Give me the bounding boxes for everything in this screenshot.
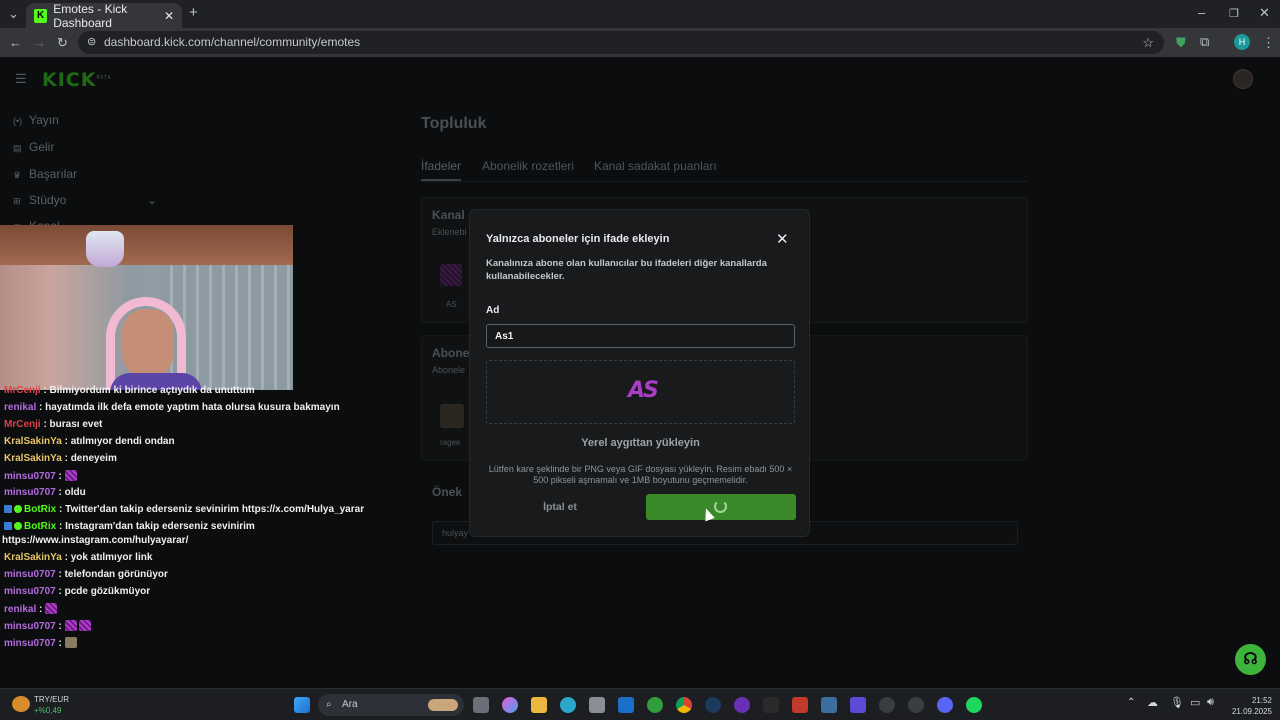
file-explorer-icon[interactable] xyxy=(531,697,547,713)
ticker-change: +%0,49 xyxy=(34,706,62,715)
app-icon[interactable] xyxy=(908,697,924,713)
new-tab-icon[interactable]: + xyxy=(189,5,198,21)
tab-search-icon[interactable]: ⌄ xyxy=(8,6,19,22)
forward-icon[interactable]: → xyxy=(33,35,46,51)
emote-preview: AS xyxy=(628,378,659,403)
browser-tab[interactable]: K Emotes - Kick Dashboard ✕ xyxy=(26,1,182,30)
task-view-icon[interactable] xyxy=(473,697,489,713)
add-emote-dialog: Yalnızca aboneler için ifade ekleyin ✕ K… xyxy=(469,209,810,537)
upload-from-device-link[interactable]: Yerel aygıttan yükleyin xyxy=(470,437,811,449)
search-icon: ⌕ xyxy=(326,699,332,710)
app-icon[interactable] xyxy=(734,697,750,713)
taskbar-search-input[interactable]: ⌕ Ara xyxy=(318,694,464,716)
volume-icon[interactable]: 🔊︎ xyxy=(1207,696,1214,709)
epic-games-icon[interactable] xyxy=(763,697,779,713)
profile-avatar[interactable]: H xyxy=(1234,34,1250,50)
app-icon[interactable] xyxy=(850,697,866,713)
discord-icon[interactable] xyxy=(937,697,953,713)
shield-extension-icon[interactable]: ⛊ xyxy=(1176,35,1186,51)
tab-title: Emotes - Kick Dashboard xyxy=(53,1,128,30)
outlook-icon[interactable] xyxy=(618,697,634,713)
media-app-icon[interactable] xyxy=(792,697,808,713)
ticker-pair: TRY/EUR xyxy=(34,695,69,704)
window-close-icon[interactable]: ✕ xyxy=(1259,5,1270,21)
modal-backdrop: Yalnızca aboneler için ifade ekleyin ✕ K… xyxy=(0,57,1280,688)
xbox-icon[interactable] xyxy=(647,697,663,713)
clock-date: 21.09.2025 xyxy=(1231,707,1272,716)
minimize-icon[interactable]: – xyxy=(1198,5,1205,21)
obs-icon[interactable] xyxy=(879,697,895,713)
weather-widget-icon[interactable] xyxy=(12,696,30,712)
url-input[interactable]: ⊜ dashboard.kick.com/channel/community/e… xyxy=(78,31,1164,54)
currency-ticker[interactable]: TRY/EUR +%0,49 xyxy=(34,694,69,716)
support-headset-icon[interactable]: ☊ xyxy=(1235,644,1266,675)
cloud-icon[interactable]: ☁ xyxy=(1147,696,1158,709)
chrome-icon[interactable] xyxy=(676,697,692,713)
loading-spinner-icon xyxy=(714,500,727,513)
emote-upload-dropzone[interactable]: AS xyxy=(486,360,795,424)
tab-close-icon[interactable]: ✕ xyxy=(164,9,174,23)
extensions-icon[interactable]: ⧉ xyxy=(1200,34,1209,50)
cancel-button[interactable]: İptal et xyxy=(486,494,634,520)
bird-app-icon[interactable] xyxy=(821,697,837,713)
copilot-icon[interactable] xyxy=(502,697,518,713)
save-button[interactable] xyxy=(646,494,796,520)
upload-hint: Lütfen kare şeklinde bir PNG veya GIF do… xyxy=(488,464,793,485)
tray-chevron-up-icon[interactable]: ⌃ xyxy=(1127,697,1135,708)
spotify-icon[interactable] xyxy=(966,697,982,713)
name-input[interactable] xyxy=(486,324,795,348)
reload-icon[interactable]: ↻ xyxy=(57,35,68,51)
store-icon[interactable] xyxy=(589,697,605,713)
browser-tab-bar: ⌄ K Emotes - Kick Dashboard ✕ + – ❐ ✕ xyxy=(0,0,1280,30)
restore-icon[interactable]: ❐ xyxy=(1229,6,1239,22)
close-icon[interactable]: ✕ xyxy=(776,230,789,248)
network-icon[interactable]: ▭ xyxy=(1190,696,1200,709)
dashboard-page: ☰ KICKBETA (•) Yayın ▤ Gelir ♛ Başarılar ⊞ S… xyxy=(0,57,1280,688)
search-highlight-icon xyxy=(428,699,458,711)
edge-icon[interactable] xyxy=(560,697,576,713)
start-icon[interactable] xyxy=(294,697,310,713)
back-icon[interactable]: ← xyxy=(9,35,22,51)
system-clock[interactable]: 21:52 21.09.2025 xyxy=(1228,695,1272,717)
kick-favicon-icon: K xyxy=(34,8,48,23)
browser-menu-icon[interactable]: ⋮ xyxy=(1262,35,1275,51)
windows-taskbar: TRY/EUR +%0,49 ⌕ Ara ⌃ ☁ 🎙︎ ▭ 🔊︎ 21:52 2… xyxy=(0,688,1280,720)
steam-icon[interactable] xyxy=(705,697,721,713)
dialog-description: Kanalınıza abone olan kullanıcılar bu if… xyxy=(486,258,767,282)
dialog-title: Yalnızca aboneler için ifade ekleyin xyxy=(486,233,670,245)
bookmark-star-icon[interactable]: ☆ xyxy=(1142,31,1154,54)
microphone-icon[interactable]: 🎙︎ xyxy=(1170,696,1184,709)
address-bar-row: ← → ↻ ⊜ dashboard.kick.com/channel/commu… xyxy=(0,28,1280,57)
name-label: Ad xyxy=(486,305,500,316)
clock-time: 21:52 xyxy=(1251,696,1272,705)
url-text: dashboard.kick.com/channel/community/emo… xyxy=(104,35,361,49)
site-info-icon[interactable]: ⊜ xyxy=(87,31,96,54)
